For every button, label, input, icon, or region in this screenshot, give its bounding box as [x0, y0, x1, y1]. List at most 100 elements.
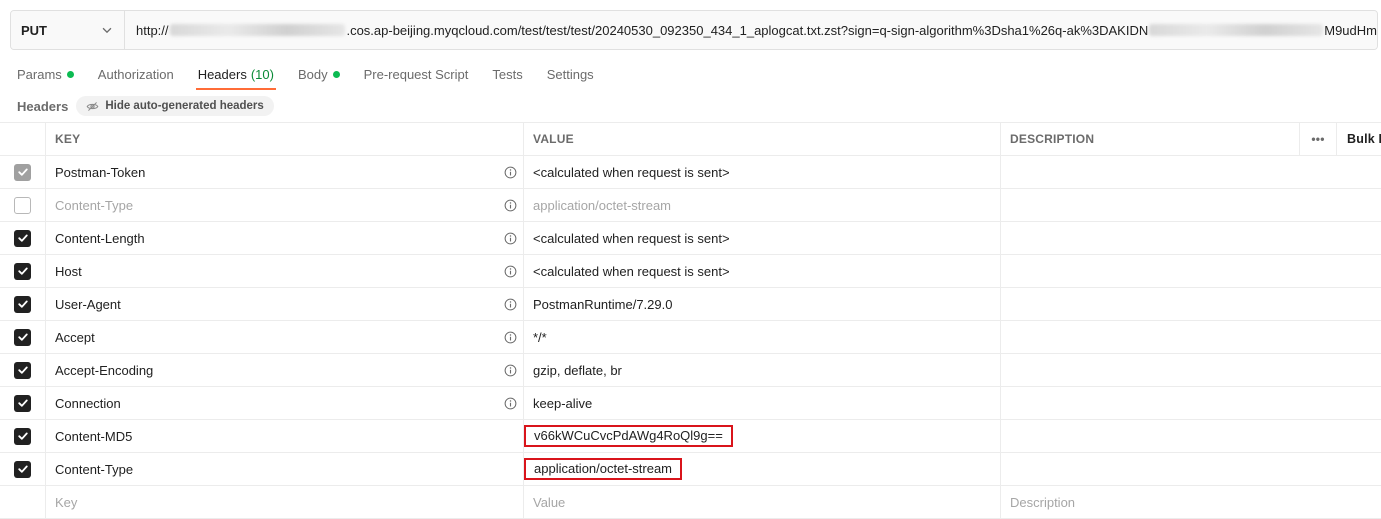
- header-description-cell[interactable]: [1001, 189, 1381, 221]
- info-icon[interactable]: [504, 397, 517, 410]
- header-key: Content-Type: [55, 197, 134, 213]
- header-value-cell[interactable]: application/octet-stream: [524, 189, 1001, 221]
- row-checkbox[interactable]: [14, 361, 31, 379]
- tab-settings[interactable]: Settings: [547, 62, 594, 86]
- header-value-cell[interactable]: gzip, deflate, br: [524, 354, 1001, 386]
- header-description-cell[interactable]: [1001, 321, 1381, 353]
- header-value: keep-alive: [533, 395, 593, 411]
- info-icon[interactable]: [504, 298, 517, 311]
- header-value-cell[interactable]: PostmanRuntime/7.29.0: [524, 288, 1001, 320]
- table-header-row: KEY VALUE DESCRIPTION ••• Bulk E: [0, 122, 1381, 156]
- header-key-cell[interactable]: Host: [46, 255, 524, 287]
- header-key-cell[interactable]: Accept: [46, 321, 524, 353]
- info-icon[interactable]: [504, 232, 517, 245]
- row-checkbox-cell: [0, 453, 46, 485]
- header-description-cell[interactable]: [1001, 354, 1381, 386]
- header-value-cell[interactable]: v66kWCuCvcPdAWg4RoQl9g==: [524, 420, 1001, 452]
- column-value: VALUE: [524, 123, 1001, 155]
- header-description-cell[interactable]: [1001, 453, 1381, 485]
- request-bar: PUT http:// .cos.ap-beijing.myqcloud.com…: [10, 10, 1378, 50]
- header-value-cell[interactable]: application/octet-stream: [524, 453, 1001, 485]
- tab-authorization[interactable]: Authorization: [98, 62, 174, 86]
- row-checkbox[interactable]: [14, 394, 31, 412]
- method-select[interactable]: PUT: [11, 11, 125, 49]
- tab-pre-request-script[interactable]: Pre-request Script: [364, 62, 469, 86]
- header-checkbox-column: [0, 123, 46, 155]
- status-dot: [332, 70, 340, 78]
- method-label: PUT: [21, 22, 47, 38]
- header-key-cell[interactable]: Content-Type: [46, 189, 524, 221]
- tab-body[interactable]: Body: [298, 62, 340, 86]
- header-key: Host: [55, 263, 82, 279]
- header-key-cell[interactable]: Content-Length: [46, 222, 524, 254]
- header-value-cell[interactable]: */*: [524, 321, 1001, 353]
- tab-headers-count: (10): [250, 66, 274, 82]
- row-checkbox[interactable]: [14, 262, 31, 280]
- header-value-cell[interactable]: <calculated when request is sent>: [524, 255, 1001, 287]
- new-row-checkbox-cell: [0, 486, 46, 518]
- redacted-key: [1149, 24, 1324, 36]
- column-key: KEY: [46, 123, 524, 155]
- key-placeholder: Key: [55, 494, 78, 510]
- info-icon[interactable]: [504, 265, 517, 278]
- header-key-cell[interactable]: Content-MD5: [46, 420, 524, 452]
- row-checkbox[interactable]: [14, 163, 31, 181]
- tab-headers[interactable]: Headers (10): [195, 62, 277, 90]
- header-description-cell[interactable]: [1001, 288, 1381, 320]
- row-checkbox-cell: [0, 321, 46, 353]
- header-key: Accept: [55, 329, 95, 345]
- header-key-cell[interactable]: Postman-Token: [46, 156, 524, 188]
- info-icon[interactable]: [504, 331, 517, 344]
- table-row: Postman-Token <calculated when request is…: [0, 156, 1381, 189]
- row-checkbox[interactable]: [14, 229, 31, 247]
- tab-tests-label: Tests: [492, 66, 523, 82]
- new-value-input[interactable]: Value: [524, 486, 1001, 518]
- header-description-cell[interactable]: [1001, 387, 1381, 419]
- chevron-down-icon: [102, 27, 112, 34]
- table-row: Content-MD5 v66kWCuCvcPdAWg4RoQl9g==: [0, 420, 1381, 453]
- header-key: Postman-Token: [55, 164, 146, 180]
- url-input[interactable]: http:// .cos.ap-beijing.myqcloud.com/tes…: [125, 11, 1377, 49]
- hide-auto-generated-headers-button[interactable]: Hide auto-generated headers: [76, 96, 274, 116]
- tab-params[interactable]: Params: [17, 62, 74, 86]
- status-dot: [66, 70, 74, 78]
- row-checkbox[interactable]: [14, 295, 31, 313]
- table-row: Accept-Encoding gzip, deflate, br: [0, 354, 1381, 387]
- table-row: Content-Type application/octet-stream: [0, 453, 1381, 486]
- header-value-cell[interactable]: <calculated when request is sent>: [524, 156, 1001, 188]
- header-value-cell[interactable]: keep-alive: [524, 387, 1001, 419]
- header-value: <calculated when request is sent>: [533, 263, 730, 279]
- header-value: application/octet-stream: [533, 197, 672, 213]
- header-description-cell[interactable]: [1001, 420, 1381, 452]
- row-checkbox[interactable]: [14, 196, 31, 214]
- info-icon[interactable]: [504, 199, 517, 212]
- row-checkbox[interactable]: [14, 328, 31, 346]
- header-description-cell[interactable]: [1001, 156, 1381, 188]
- header-value: gzip, deflate, br: [533, 362, 622, 378]
- header-description-cell[interactable]: [1001, 222, 1381, 254]
- header-key-cell[interactable]: Connection: [46, 387, 524, 419]
- table-row: Accept */*: [0, 321, 1381, 354]
- header-key-cell[interactable]: User-Agent: [46, 288, 524, 320]
- header-key-cell[interactable]: Accept-Encoding: [46, 354, 524, 386]
- row-checkbox[interactable]: [14, 460, 31, 478]
- tab-tests[interactable]: Tests: [492, 62, 522, 86]
- table-row: Host <calculated when request is sent>: [0, 255, 1381, 288]
- header-key: Content-MD5: [55, 428, 133, 444]
- table-row: Content-Length <calculated when request i…: [0, 222, 1381, 255]
- info-icon[interactable]: [504, 364, 517, 377]
- new-description-input[interactable]: Description: [1001, 486, 1381, 518]
- bulk-edit-button[interactable]: Bulk E: [1337, 123, 1381, 155]
- header-value-cell[interactable]: <calculated when request is sent>: [524, 222, 1001, 254]
- header-key: User-Agent: [55, 296, 121, 312]
- header-key-cell[interactable]: Content-Type: [46, 453, 524, 485]
- more-options-button[interactable]: •••: [1300, 123, 1337, 155]
- table-row: Content-Type application/octet-stream: [0, 189, 1381, 222]
- row-checkbox[interactable]: [14, 427, 31, 445]
- header-description-cell[interactable]: [1001, 255, 1381, 287]
- table-row: Connection keep-alive: [0, 387, 1381, 420]
- info-icon[interactable]: [504, 166, 517, 179]
- row-checkbox-cell: [0, 156, 46, 188]
- new-key-input[interactable]: Key: [46, 486, 524, 518]
- header-value: application/octet-stream: [524, 458, 683, 480]
